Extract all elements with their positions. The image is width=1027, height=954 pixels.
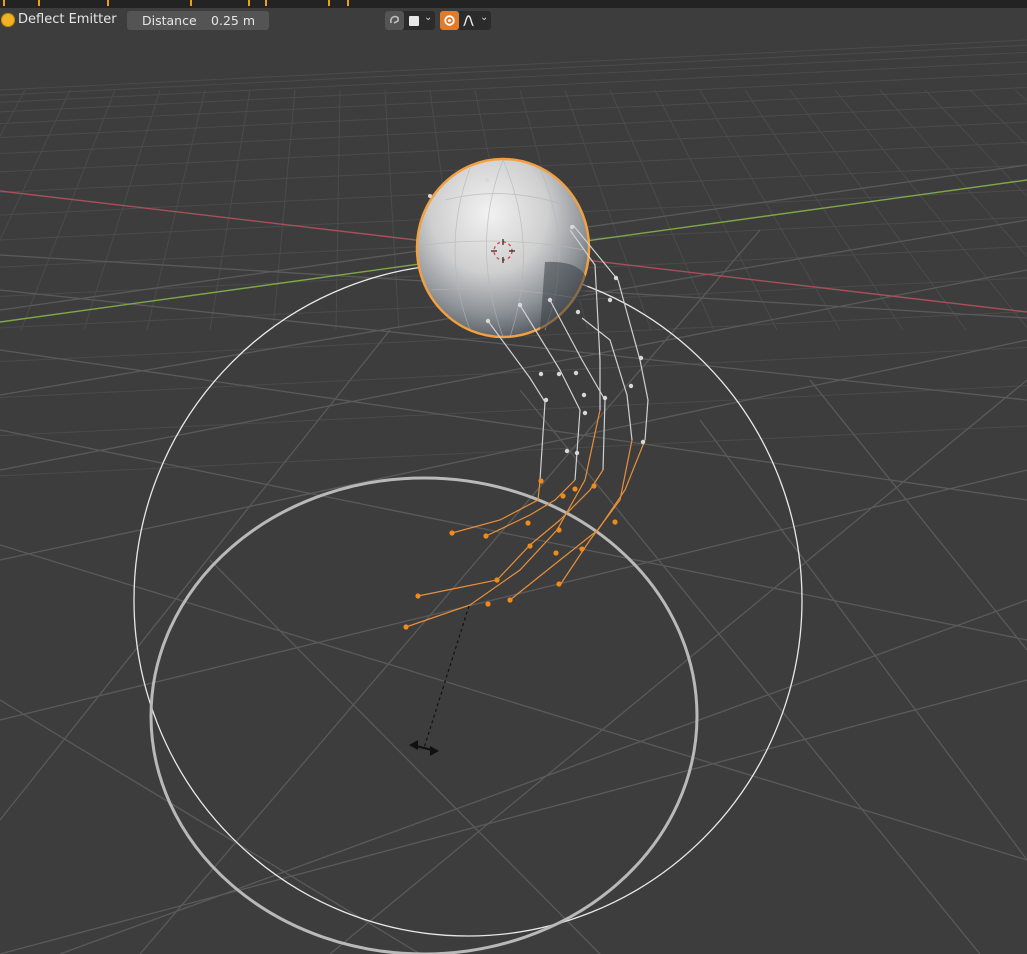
selected-strand-points — [403, 478, 618, 630]
operator-toggle-icon[interactable] — [1, 13, 15, 27]
chevron-down-icon[interactable]: ⌄ — [480, 12, 488, 23]
proportional-edit-group: ⌄ — [385, 11, 435, 30]
snap-falloff-icon[interactable] — [440, 11, 459, 30]
keyframe-marker — [328, 0, 330, 6]
keyframe-marker — [3, 0, 5, 6]
chevron-down-icon[interactable]: ⌄ — [424, 12, 432, 23]
keyframe-marker — [248, 0, 250, 6]
3d-viewport[interactable] — [0, 32, 1027, 954]
keyframe-marker — [347, 0, 349, 6]
operator-title: Deflect Emitter — [18, 12, 117, 27]
keyframe-marker — [190, 0, 192, 6]
distance-label: Distance — [142, 13, 197, 28]
top-timeline-strip — [0, 0, 1027, 8]
viewport-header: Deflect Emitter Distance 0.25 m ⌄ ⌄ — [0, 8, 1027, 32]
snap-falloff-group: ⌄ — [440, 11, 491, 30]
distance-value: 0.25 m — [211, 13, 255, 28]
keyframe-marker — [265, 0, 267, 6]
effector-inner-circle — [149, 476, 699, 954]
sphere-object[interactable] — [415, 157, 591, 339]
proportional-edit-icon[interactable] — [385, 11, 404, 30]
force-field-icon[interactable] — [409, 740, 439, 756]
keyframe-marker — [107, 0, 109, 6]
keyframe-marker — [38, 0, 40, 6]
curve-icon[interactable] — [459, 11, 478, 30]
square-icon[interactable] — [404, 11, 423, 30]
distance-field[interactable]: Distance 0.25 m — [127, 11, 269, 30]
